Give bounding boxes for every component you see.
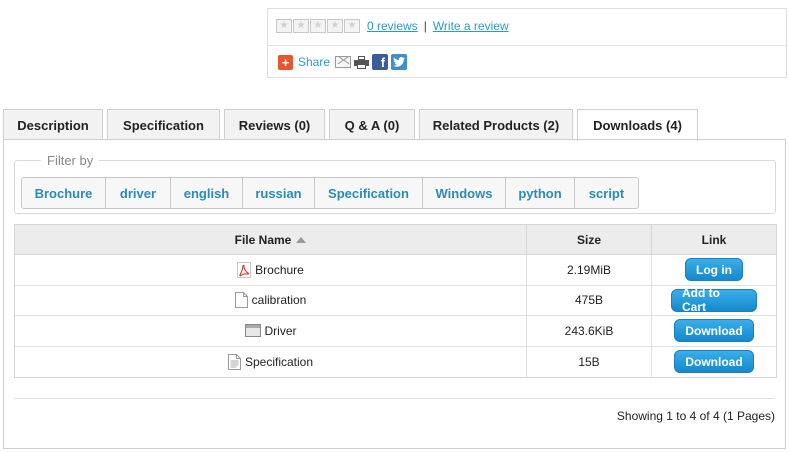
table-row: calibration 475B Add to Cart [15, 285, 776, 316]
link-cell: Download [652, 316, 776, 346]
file-name[interactable]: Specification [245, 355, 313, 369]
tab-specification[interactable]: Specification [107, 109, 220, 140]
window-icon [244, 324, 261, 338]
filter-driver[interactable]: driver [106, 178, 171, 208]
share-button[interactable]: Share [298, 55, 330, 69]
downloads-panel: Filter by Brochure driver english russia… [3, 139, 786, 449]
divider [268, 45, 786, 46]
print-icon[interactable] [354, 55, 370, 69]
file-name-cell: Driver [15, 316, 527, 346]
table-row: Brochure 2.19MiB Log in [15, 255, 776, 286]
file-size: 243.6KiB [527, 316, 652, 346]
tab-qa[interactable]: Q & A (0) [329, 109, 415, 140]
header-file-name[interactable]: File Name [15, 225, 527, 254]
tab-reviews[interactable]: Reviews (0) [224, 109, 325, 140]
file-name-cell: Specification [15, 346, 527, 377]
star-icon: ★ [293, 19, 309, 33]
add-to-cart-button[interactable]: Add to Cart [671, 286, 757, 314]
file-size: 475B [527, 285, 652, 315]
filter-specification[interactable]: Specification [315, 178, 423, 208]
link-cell: Add to Cart [652, 286, 776, 316]
file-size: 2.19MiB [527, 255, 652, 285]
mail-icon[interactable] [335, 56, 352, 68]
plus-icon[interactable]: + [278, 54, 293, 70]
link-cell: Log in [652, 255, 776, 285]
file-name-cell: calibration [15, 285, 527, 315]
table-header: File Name Size Link [15, 225, 776, 255]
download-button[interactable]: Download [674, 350, 754, 374]
separator: | [423, 19, 427, 33]
rating-row: ★ ★ ★ ★ ★ 0 reviews | Write a review [276, 17, 509, 35]
divider [14, 398, 775, 399]
tab-description[interactable]: Description [3, 109, 103, 140]
filter-windows[interactable]: Windows [423, 178, 506, 208]
filter-script[interactable]: script [575, 178, 638, 208]
filter-legend: Filter by [41, 153, 100, 168]
header-size: Size [527, 225, 652, 254]
filter-python[interactable]: python [506, 178, 575, 208]
facebook-icon[interactable]: f [372, 54, 389, 70]
write-review-link[interactable]: Write a review [433, 19, 509, 33]
file-name[interactable]: Brochure [255, 263, 304, 277]
pdf-icon [237, 261, 252, 278]
reviews-link[interactable]: 0 reviews [367, 19, 418, 33]
text-file-icon [227, 353, 241, 370]
blank-file-icon [234, 292, 248, 309]
downloads-table: File Name Size Link Brochure 2.19MiB Log… [14, 224, 777, 378]
link-cell: Download [652, 347, 776, 378]
star-icon: ★ [310, 19, 326, 33]
rating-stars: ★ ★ ★ ★ ★ [276, 19, 360, 33]
product-tabs: Description Specification Reviews (0) Q … [3, 109, 702, 141]
header-link: Link [701, 232, 727, 247]
share-row: + Share f [278, 53, 408, 71]
file-name[interactable]: Driver [265, 324, 297, 338]
filter-russian[interactable]: russian [243, 178, 315, 208]
filter-box: Filter by Brochure driver english russia… [14, 153, 776, 214]
download-button[interactable]: Download [674, 319, 754, 343]
login-button[interactable]: Log in [685, 258, 743, 282]
filter-brochure[interactable]: Brochure [22, 178, 106, 208]
pagination-summary: Showing 1 to 4 of 4 (1 Pages) [616, 409, 775, 423]
sort-ascending-icon [296, 236, 307, 243]
star-icon: ★ [344, 19, 360, 33]
tab-related-products[interactable]: Related Products (2) [419, 109, 573, 140]
rating-share-box: ★ ★ ★ ★ ★ 0 reviews | Write a review + S… [267, 8, 787, 78]
star-icon: ★ [276, 19, 292, 33]
twitter-icon[interactable] [391, 54, 408, 70]
star-icon: ★ [327, 19, 343, 33]
tab-downloads[interactable]: Downloads (4) [577, 109, 698, 141]
file-name-cell: Brochure [15, 255, 527, 285]
table-row: Driver 243.6KiB Download [15, 316, 776, 347]
filter-english[interactable]: english [171, 178, 243, 208]
table-row: Specification 15B Download [15, 346, 776, 378]
filter-button-group: Brochure driver english russian Specific… [21, 177, 639, 209]
file-name[interactable]: calibration [252, 293, 307, 307]
file-size: 15B [527, 346, 652, 377]
header-file-name-label: File Name [234, 232, 292, 247]
